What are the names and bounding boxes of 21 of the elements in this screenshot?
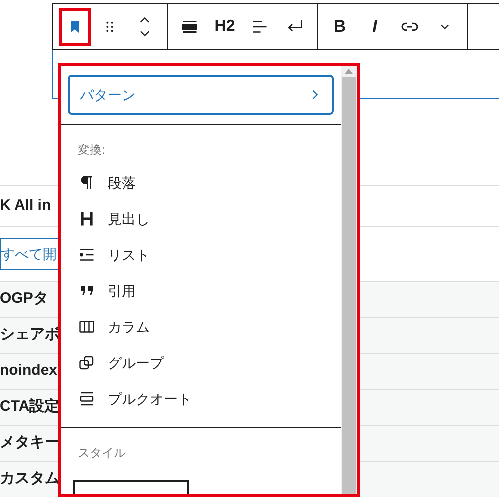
transform-menu-item[interactable]: 引用: [61, 273, 341, 309]
list-icon: [78, 246, 96, 264]
block-type-button[interactable]: [59, 8, 91, 46]
heading-level-button[interactable]: H2: [209, 8, 241, 46]
transform-menu-item[interactable]: リスト: [61, 237, 341, 273]
italic-button[interactable]: I: [359, 8, 391, 46]
group-icon: [78, 354, 96, 372]
section-label: 変換:: [78, 143, 106, 157]
transform-menu-item[interactable]: カラム: [61, 309, 341, 345]
heading-icon: [78, 210, 96, 228]
bold-button[interactable]: B: [324, 8, 356, 46]
pullquote-icon: [78, 390, 96, 408]
transform-menu-item[interactable]: 見出し: [61, 201, 341, 237]
transform-menu-item[interactable]: 段落: [61, 165, 341, 201]
style-preview[interactable]: [73, 480, 189, 494]
panel-title: K All in: [0, 196, 52, 216]
transform-menu-item[interactable]: プルクオート: [61, 381, 341, 417]
columns-icon: [78, 318, 96, 336]
section-label: スタイル: [78, 446, 126, 460]
transform-menu-item[interactable]: グループ: [61, 345, 341, 381]
patterns-button[interactable]: パターン: [68, 75, 334, 115]
